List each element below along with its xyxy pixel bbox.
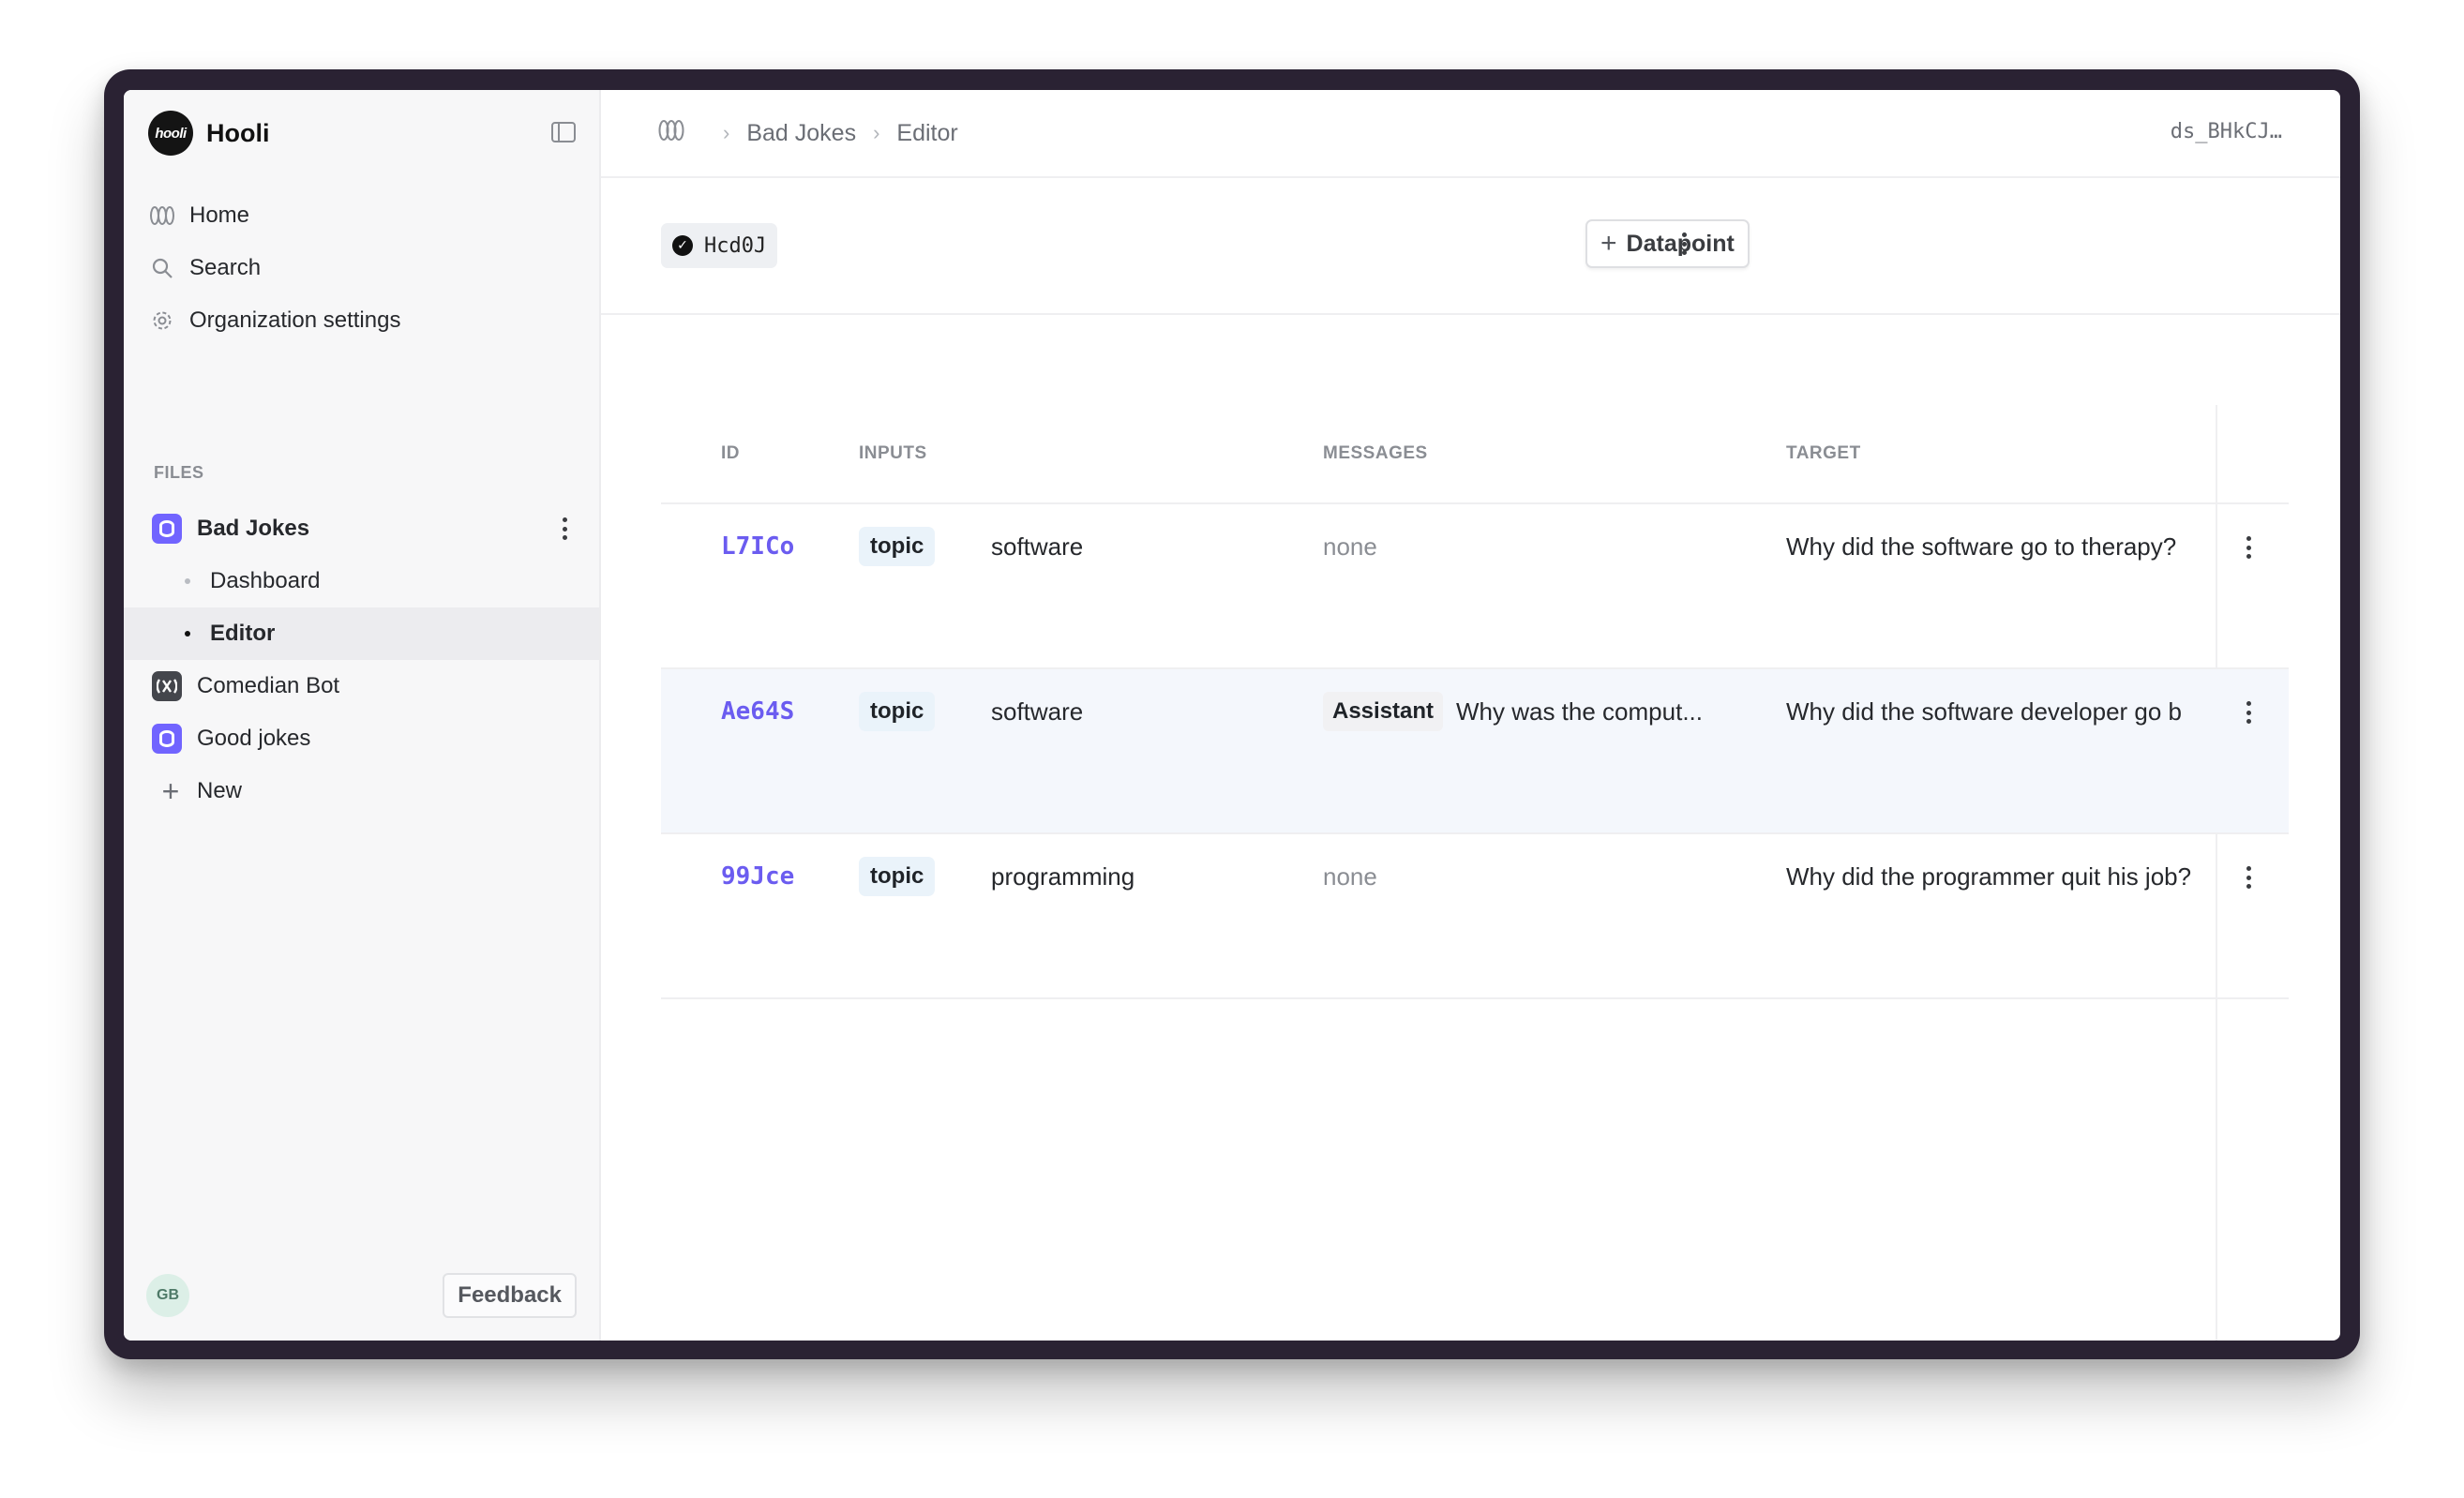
more-options-icon[interactable]: [1681, 232, 1687, 255]
input-value: software: [991, 697, 1084, 726]
dataset-icon: [152, 514, 182, 544]
target-value: Why did the software go to therapy?: [1786, 532, 2177, 561]
table-row[interactable]: 99Jce topic programming none Why did the…: [661, 834, 2289, 999]
file-item-label: New: [197, 778, 243, 803]
file-item-bad-jokes[interactable]: Bad Jokes: [124, 502, 599, 555]
feedback-button[interactable]: Feedback: [443, 1273, 577, 1318]
plus-icon: +: [1600, 228, 1617, 259]
toolbar: ✓ Hcd0J + Datapoint: [601, 178, 2340, 315]
sidebar: hooli Hooli Home Search Organization set…: [124, 90, 601, 1341]
message-text: Why was the comput...: [1456, 697, 1703, 726]
gear-icon: [148, 307, 176, 335]
sidebar-item-label: Organization settings: [189, 307, 401, 333]
file-item-editor[interactable]: Editor: [124, 607, 599, 660]
input-key-chip: topic: [859, 692, 936, 731]
plus-icon: +: [161, 774, 180, 808]
chevron-right-icon: ›: [873, 121, 880, 144]
brand-logo-icon: hooli: [148, 111, 193, 156]
column-header-inputs: INPUTS: [859, 443, 927, 463]
new-file-button[interactable]: + New: [124, 765, 599, 817]
check-circle-icon: ✓: [672, 235, 693, 256]
sidebar-item-organization-settings[interactable]: Organization settings: [148, 294, 579, 347]
dataset-icon: [152, 724, 182, 754]
row-options-icon[interactable]: [2246, 701, 2251, 724]
target-value: Why did the software developer go b: [1786, 697, 2183, 726]
add-datapoint-button[interactable]: + Datapoint: [1585, 219, 1750, 268]
prompt-icon: [152, 671, 182, 701]
main-content: › Bad Jokes › Editor ds_BHkCJ… ✓ Hcd0J +…: [601, 90, 2340, 1341]
target-value: Why did the programmer quit his job?: [1786, 861, 2192, 891]
version-chip[interactable]: ✓ Hcd0J: [661, 223, 778, 268]
table-header: ID INPUTS MESSAGES TARGET: [661, 405, 2289, 504]
file-item-label: Dashboard: [210, 568, 321, 593]
row-options-icon[interactable]: [2246, 866, 2251, 889]
messages-value: none: [1323, 532, 1377, 561]
row-options-icon[interactable]: [2246, 536, 2251, 559]
file-item-label: Bad Jokes: [197, 516, 310, 541]
input-key-chip: topic: [859, 857, 936, 896]
sidebar-item-search[interactable]: Search: [148, 242, 579, 294]
hooli-mark-icon: [148, 202, 176, 230]
message-role-badge: Assistant: [1323, 692, 1444, 731]
datapoint-id[interactable]: 99Jce: [721, 857, 794, 896]
sidebar-footer: GB Feedback: [146, 1273, 577, 1318]
brand-name: Hooli: [206, 118, 270, 147]
file-item-dashboard[interactable]: Dashboard: [124, 555, 599, 607]
sidebar-nav: Home Search Organization settings: [148, 189, 579, 347]
bullet-icon: [173, 578, 203, 584]
file-item-good-jokes[interactable]: Good jokes: [124, 712, 599, 765]
datapoints-table: ID INPUTS MESSAGES TARGET L7ICo topic so…: [661, 405, 2289, 1341]
file-item-label: Good jokes: [197, 726, 311, 751]
avatar[interactable]: GB: [146, 1274, 189, 1317]
version-label: Hcd0J: [704, 233, 767, 258]
column-header-messages: MESSAGES: [1323, 443, 1428, 463]
input-value: software: [991, 532, 1084, 561]
search-icon: [148, 254, 176, 282]
dataset-id[interactable]: ds_BHkCJ…: [2171, 120, 2282, 143]
app-window: hooli Hooli Home Search Organization set…: [124, 90, 2340, 1341]
sidebar-item-label: Search: [189, 255, 262, 280]
brand[interactable]: hooli Hooli: [148, 111, 270, 156]
datapoint-id[interactable]: Ae64S: [721, 692, 794, 731]
file-item-label: Comedian Bot: [197, 673, 340, 698]
column-header-id: ID: [721, 443, 740, 463]
table-row[interactable]: L7ICo topic software none Why did the so…: [661, 504, 2289, 669]
input-key-chip: topic: [859, 527, 936, 566]
table-row[interactable]: Ae64S topic software Assistant Why was t…: [661, 669, 2289, 834]
breadcrumb-item-editor[interactable]: Editor: [896, 120, 957, 147]
column-header-target: TARGET: [1786, 443, 1861, 463]
sidebar-item-label: Home: [189, 202, 250, 228]
more-options-icon[interactable]: [562, 517, 567, 540]
bullet-icon: [173, 631, 203, 637]
file-tree: Bad Jokes Dashboard Editor Comedian Bot …: [124, 502, 599, 817]
input-value: programming: [991, 861, 1135, 891]
files-section-title: FILES: [154, 463, 204, 482]
sidebar-collapse-icon[interactable]: [551, 122, 576, 142]
hooli-mark-icon[interactable]: [657, 119, 685, 148]
breadcrumb: › Bad Jokes › Editor ds_BHkCJ…: [601, 90, 2340, 178]
breadcrumb-item-bad-jokes[interactable]: Bad Jokes: [746, 120, 856, 147]
file-item-comedian-bot[interactable]: Comedian Bot: [124, 660, 599, 712]
chevron-right-icon: ›: [723, 121, 730, 144]
messages-value: none: [1323, 861, 1377, 891]
datapoint-id[interactable]: L7ICo: [721, 527, 794, 566]
file-item-label: Editor: [210, 621, 276, 646]
sidebar-item-home[interactable]: Home: [148, 189, 579, 242]
